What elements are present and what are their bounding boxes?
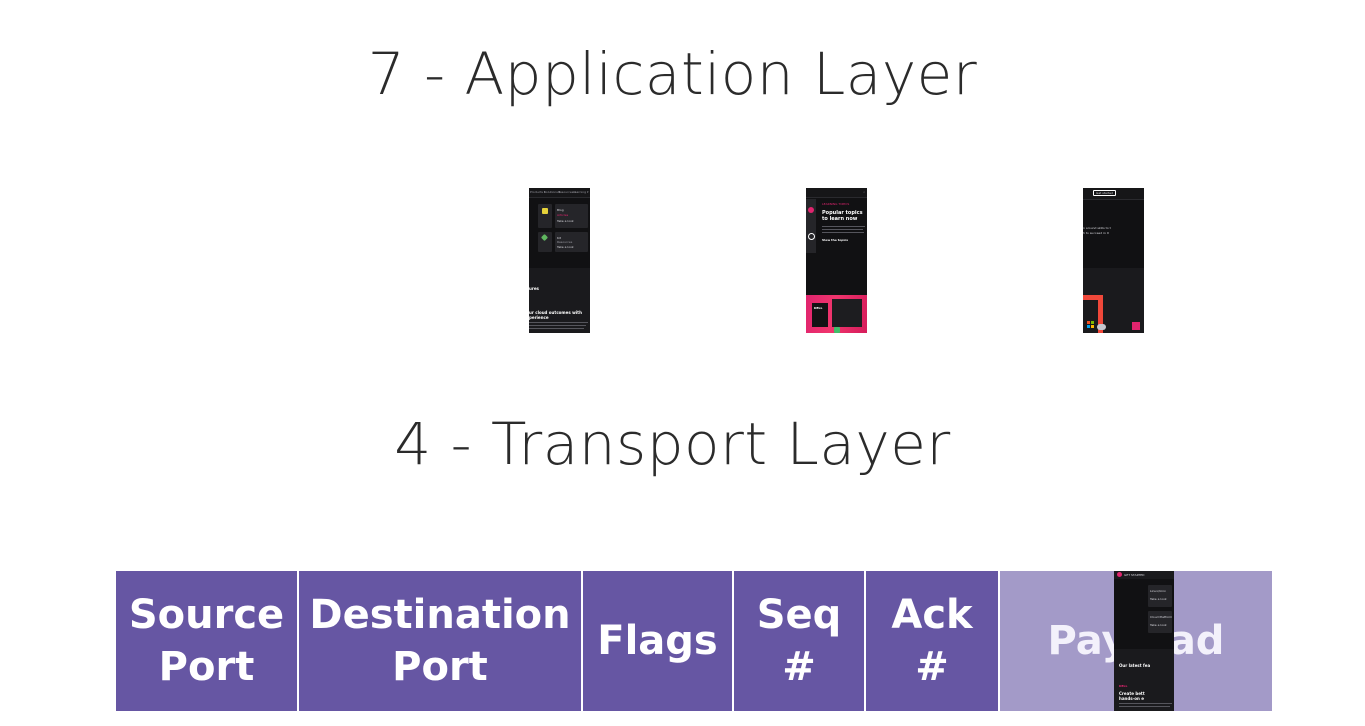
text-line — [822, 226, 865, 227]
tcp-header-diagram: Source Port Destination Port Flags Seq #… — [116, 571, 1272, 711]
transport-layer-title: 4 - Transport Layer — [394, 410, 951, 478]
promo-card-label: DELL — [814, 306, 823, 310]
circle-icon — [808, 233, 815, 240]
text-line — [529, 322, 588, 323]
brand-label: DELL — [1119, 684, 1128, 688]
text-line — [1119, 706, 1170, 707]
promo-banner: DELL — [806, 295, 867, 333]
thumbnail-card: Kit Resources Take a look — [555, 232, 588, 252]
card-title: Blog — [557, 208, 564, 212]
thumbnail-card: Linux/Unix Take a look — [1148, 585, 1172, 607]
headline: perience — [529, 315, 549, 320]
slide: 7 - Application Layer Products ▾ Solutio… — [0, 0, 1365, 726]
text-line — [822, 229, 863, 230]
view-topics-link[interactable]: View the topics — [822, 238, 848, 242]
application-layer-title: 7 - Application Layer — [367, 40, 978, 108]
thumbnail-lower-section: Our latest fea DELL Create bett hands-on… — [1114, 649, 1174, 711]
windows-logo-icon — [1087, 321, 1095, 329]
text-line — [529, 328, 584, 329]
thumbnail-nav: Products ▾ Solutions ▾ Resources ▾ Learn… — [529, 188, 590, 198]
logo-icon — [1117, 572, 1122, 577]
card-link[interactable]: Take a look — [1150, 623, 1167, 627]
section-label: ures — [529, 286, 539, 291]
thumbnail-nav: Get started — [1083, 188, 1144, 200]
card-title: Linux/Unix — [1150, 589, 1166, 593]
website-thumbnail-2[interactable]: ⌕ LEARNING TOPICS Popular topics to lear… — [806, 188, 867, 333]
card-title: Cloud Platform — [1150, 615, 1173, 619]
thumbnail-card — [538, 204, 552, 228]
ack-number-field: Ack # — [866, 571, 1000, 711]
search-icon[interactable]: ⌕ — [863, 190, 865, 194]
nav-item: Learning ▾ — [573, 190, 589, 194]
thumbnail-card — [538, 232, 552, 252]
section-label: Our latest fea — [1119, 663, 1151, 668]
sequence-number-field: Seq # — [734, 571, 866, 711]
green-diamond-icon — [540, 233, 549, 242]
thumbnail-card: Cloud Platform Take a look — [1148, 611, 1172, 633]
body-text: h to succeed in it — [1083, 231, 1109, 235]
card-subtitle: Resources — [557, 240, 573, 244]
yellow-square-icon — [542, 208, 548, 214]
card-link[interactable]: Take a look — [557, 245, 574, 249]
source-port-field: Source Port — [116, 571, 299, 711]
green-badge-icon — [834, 327, 840, 333]
destination-port-field: Destination Port — [299, 571, 583, 711]
thumbnail-sidebar — [806, 199, 816, 253]
website-thumbnail-1[interactable]: Products ▾ Solutions ▾ Resources ▾ Learn… — [529, 188, 590, 333]
body-text: n around skills to t — [1083, 226, 1111, 230]
promo-card: DELL — [812, 303, 828, 327]
payload-thumbnail[interactable]: GET STARTED Linux/Unix Take a look Cloud… — [1114, 571, 1174, 711]
eyebrow-label: LEARNING TOPICS — [822, 202, 850, 206]
card-subtitle: Articles — [557, 213, 569, 217]
thumbnail-lower-section: ures ur cloud outcomes with perience — [529, 268, 590, 333]
headline: to learn now — [822, 216, 858, 222]
text-line — [822, 232, 864, 233]
promo-screenshot — [832, 299, 862, 327]
text-line — [529, 325, 586, 326]
thumbnail-nav: GET STARTED — [1114, 571, 1174, 579]
headline: hands-on e — [1119, 696, 1144, 701]
text-line — [1119, 703, 1172, 704]
triangle-icon — [808, 207, 814, 213]
header-label: GET STARTED — [1124, 573, 1145, 577]
cloud-icon — [1097, 324, 1106, 330]
get-started-button[interactable]: Get started — [1093, 190, 1117, 196]
chat-button-icon[interactable] — [1132, 322, 1140, 330]
thumbnail-card: Blog Articles Take a look — [555, 204, 588, 228]
card-link[interactable]: Take a look — [1150, 597, 1167, 601]
website-thumbnail-3[interactable]: Get started n around skills to t h to su… — [1083, 188, 1144, 333]
thumbnail-lower-section — [1083, 268, 1144, 333]
thumbnail-nav: ⌕ — [806, 188, 867, 198]
card-link[interactable]: Take a look — [557, 219, 574, 223]
flags-field: Flags — [583, 571, 734, 711]
